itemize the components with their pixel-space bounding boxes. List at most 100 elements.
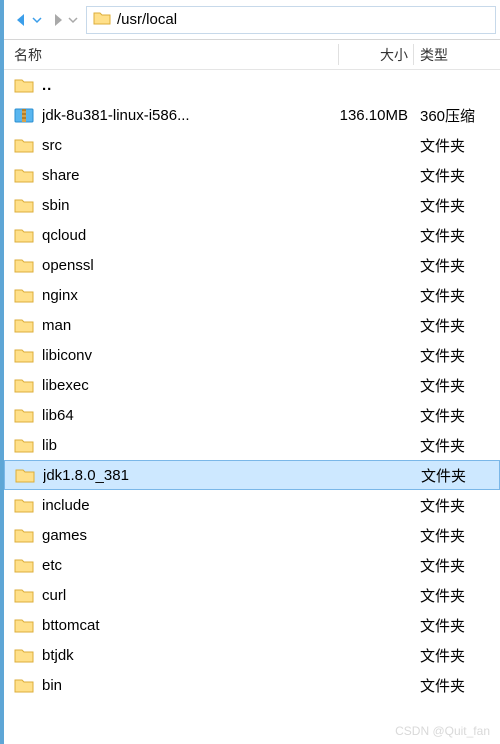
type-cell: 文件夹: [414, 675, 500, 696]
file-row[interactable]: sbin 文件夹: [4, 190, 500, 220]
folder-icon: [14, 136, 34, 154]
type-cell: 文件夹: [414, 315, 500, 336]
file-row[interactable]: curl文件夹: [4, 580, 500, 610]
file-name: bttomcat: [42, 617, 100, 634]
name-cell: etc: [4, 556, 339, 574]
name-cell: sbin: [4, 196, 339, 214]
folder-icon: [14, 496, 34, 514]
type-cell: 文件夹: [414, 285, 500, 306]
file-row[interactable]: nginx 文件夹: [4, 280, 500, 310]
file-name: lib64: [42, 407, 74, 424]
folder-icon: [14, 256, 34, 274]
type-cell: 文件夹: [414, 645, 500, 666]
file-name: btjdk: [42, 647, 74, 664]
file-row[interactable]: qcloud 文件夹: [4, 220, 500, 250]
file-row[interactable]: libiconv 文件夹: [4, 340, 500, 370]
type-cell: 文件夹: [414, 165, 500, 186]
forward-dropdown[interactable]: [66, 6, 80, 34]
name-cell: btjdk: [4, 646, 339, 664]
folder-icon: [93, 10, 111, 30]
size-cell: 136.10MB: [339, 107, 414, 124]
archive-icon: [14, 106, 34, 124]
file-name: openssl: [42, 257, 94, 274]
file-row[interactable]: jdk-8u381-linux-i586...136.10MB360压缩: [4, 100, 500, 130]
name-cell: ..: [4, 76, 339, 94]
name-cell: qcloud: [4, 226, 339, 244]
folder-icon: [14, 226, 34, 244]
type-cell: 文件夹: [415, 465, 499, 486]
file-row[interactable]: jdk1.8.0_381 文件夹: [4, 460, 500, 490]
column-size[interactable]: 大小: [339, 40, 414, 69]
folder-icon: [14, 316, 34, 334]
name-cell: man: [4, 316, 339, 334]
file-name: jdk1.8.0_381: [43, 467, 129, 484]
name-cell: include: [4, 496, 339, 514]
file-name: ..: [42, 77, 52, 94]
name-cell: nginx: [4, 286, 339, 304]
file-row[interactable]: man 文件夹: [4, 310, 500, 340]
file-name: games: [42, 527, 87, 544]
file-row[interactable]: share 文件夹: [4, 160, 500, 190]
file-row[interactable]: etc 文件夹: [4, 550, 500, 580]
column-name[interactable]: 名称: [4, 40, 339, 69]
folder-icon: [14, 586, 34, 604]
name-cell: libiconv: [4, 346, 339, 364]
name-cell: openssl: [4, 256, 339, 274]
file-list[interactable]: ..jdk-8u381-linux-i586...136.10MB360压缩sr…: [4, 70, 500, 744]
folder-icon: [14, 406, 34, 424]
file-name: libiconv: [42, 347, 92, 364]
type-cell: 文件夹: [414, 525, 500, 546]
file-row[interactable]: lib64 文件夹: [4, 400, 500, 430]
type-cell: 文件夹: [414, 495, 500, 516]
folder-icon: [14, 286, 34, 304]
name-cell: src: [4, 136, 339, 154]
name-cell: lib: [4, 436, 339, 454]
file-name: include: [42, 497, 90, 514]
file-name: etc: [42, 557, 62, 574]
folder-icon: [14, 166, 34, 184]
file-manager-window: /usr/local 名称 大小 类型 .. jdk-8u381-linux-i5…: [0, 0, 500, 744]
file-name: man: [42, 317, 71, 334]
file-row[interactable]: openssl 文件夹: [4, 250, 500, 280]
name-cell: lib64: [4, 406, 339, 424]
type-cell: 文件夹: [414, 435, 500, 456]
type-cell: 文件夹: [414, 225, 500, 246]
type-cell: 文件夹: [414, 405, 500, 426]
folder-icon: [14, 196, 34, 214]
name-cell: share: [4, 166, 339, 184]
file-row[interactable]: games 文件夹: [4, 520, 500, 550]
column-type[interactable]: 类型: [414, 40, 500, 69]
type-cell: 文件夹: [414, 615, 500, 636]
path-box[interactable]: /usr/local: [86, 6, 496, 34]
file-row[interactable]: btjdk 文件夹: [4, 640, 500, 670]
file-name: src: [42, 137, 62, 154]
file-row[interactable]: ..: [4, 70, 500, 100]
file-name: curl: [42, 587, 66, 604]
file-row[interactable]: include 文件夹: [4, 490, 500, 520]
file-name: share: [42, 167, 80, 184]
name-cell: libexec: [4, 376, 339, 394]
file-row[interactable]: lib 文件夹: [4, 430, 500, 460]
type-cell: 文件夹: [414, 375, 500, 396]
file-row[interactable]: bttomcat 文件夹: [4, 610, 500, 640]
type-cell: 文件夹: [414, 345, 500, 366]
folder-icon: [14, 526, 34, 544]
folder-icon: [15, 466, 35, 484]
type-cell: 文件夹: [414, 255, 500, 276]
file-row[interactable]: libexec 文件夹: [4, 370, 500, 400]
type-cell: 360压缩: [414, 105, 500, 126]
folder-icon: [14, 556, 34, 574]
file-row[interactable]: bin 文件夹: [4, 670, 500, 700]
name-cell: curl: [4, 586, 339, 604]
column-header: 名称 大小 类型: [4, 40, 500, 70]
back-dropdown[interactable]: [30, 6, 44, 34]
name-cell: jdk-8u381-linux-i586...: [4, 106, 339, 124]
file-name: lib: [42, 437, 57, 454]
file-name: qcloud: [42, 227, 86, 244]
file-row[interactable]: src文件夹: [4, 130, 500, 160]
type-cell: 文件夹: [414, 555, 500, 576]
type-cell: 文件夹: [414, 195, 500, 216]
folder-icon: [14, 616, 34, 634]
file-name: bin: [42, 677, 62, 694]
file-name: nginx: [42, 287, 78, 304]
